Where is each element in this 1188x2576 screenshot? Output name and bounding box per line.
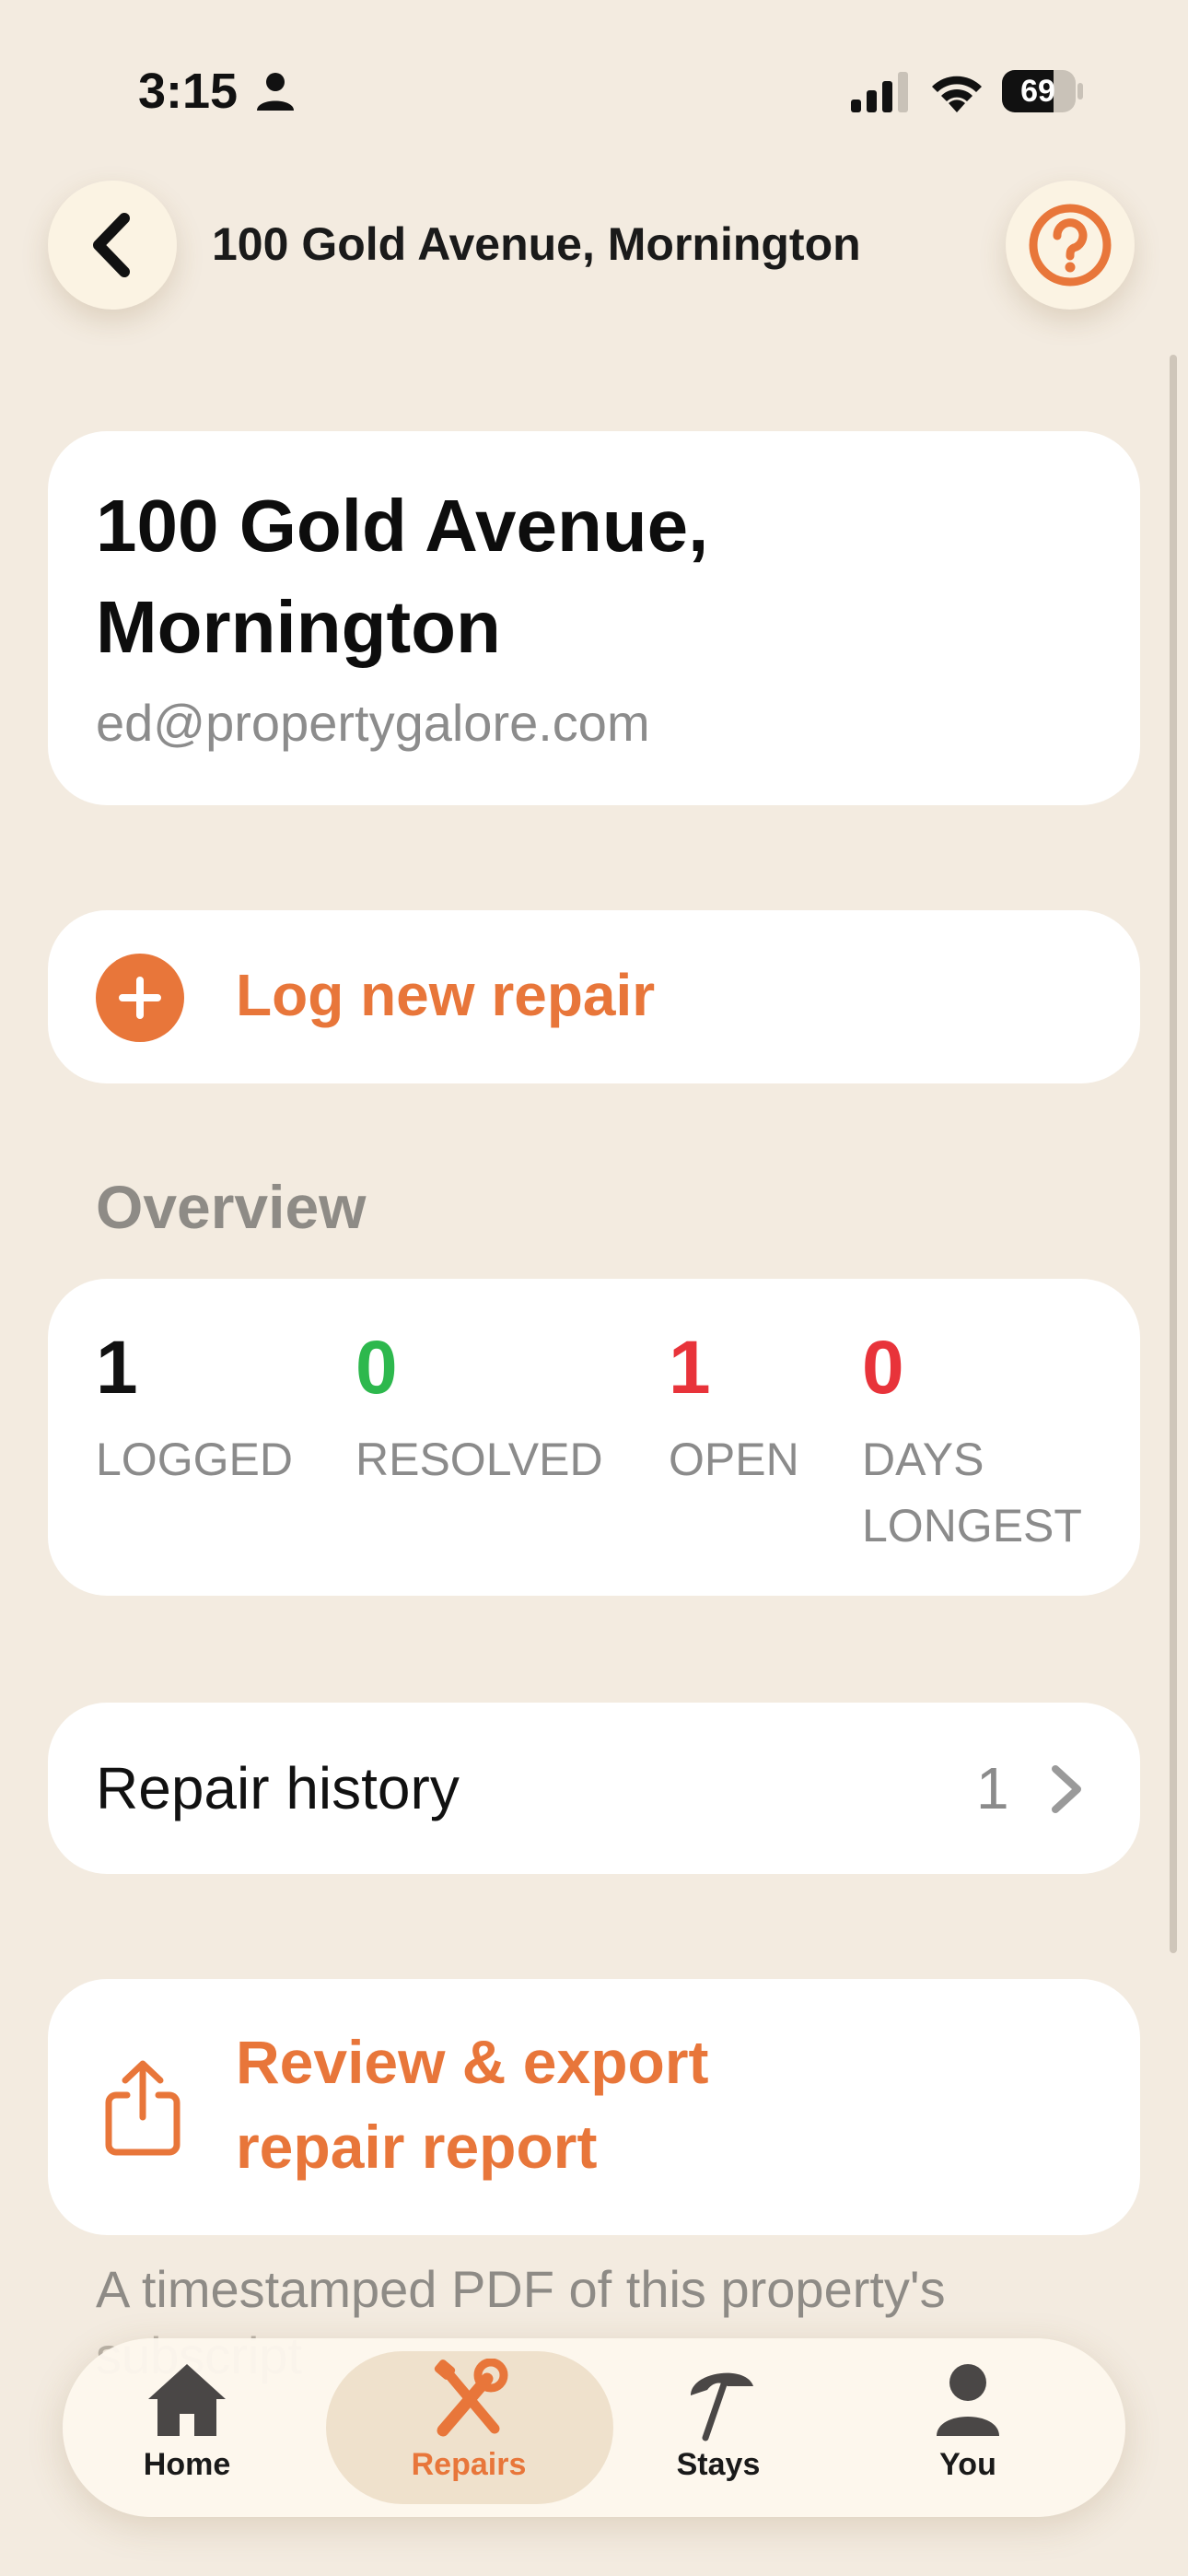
tab-you-label: You (939, 2447, 996, 2482)
stat-open-label: OPEN (669, 1434, 799, 1485)
signal-icon (851, 72, 908, 112)
property-card: 100 Gold Avenue, Mornington ed@propertyg… (48, 431, 1140, 805)
scrollbar[interactable] (1170, 355, 1177, 1953)
tab-home[interactable]: Home (63, 2338, 311, 2517)
wifi-icon (932, 76, 982, 112)
help-button[interactable] (1006, 181, 1135, 310)
header-title: 100 Gold Avenue, Mornington (212, 218, 861, 270)
overview-heading: Overview (96, 1173, 367, 1241)
log-new-repair-button[interactable]: Log new repair (48, 910, 1140, 1083)
property-title-line1: 100 Gold Avenue, (96, 485, 709, 567)
wrench-screwdriver-icon (434, 2359, 508, 2437)
tab-repairs[interactable]: Repairs (344, 2338, 593, 2517)
back-button[interactable] (48, 181, 177, 310)
stat-days-label-line2: LONGEST (862, 1500, 1082, 1551)
export-report-label: Review & export repair report (236, 2020, 709, 2189)
tab-bar: Home Repairs Stays You (63, 2338, 1125, 2517)
stat-resolved-label: RESOLVED (355, 1434, 603, 1485)
overview-card: 1 LOGGED 0 RESOLVED 1 OPEN 0 DAYS LONGES… (48, 1279, 1140, 1596)
person-icon (937, 2364, 999, 2436)
property-title: 100 Gold Avenue, Mornington (96, 475, 1109, 678)
battery-level: 69 (1020, 73, 1055, 109)
stat-logged-value: 1 (96, 1326, 138, 1410)
stat-open-value: 1 (669, 1326, 711, 1410)
umbrella-icon (691, 2372, 753, 2441)
tab-you[interactable]: You (844, 2338, 1092, 2517)
chevron-left-icon (93, 213, 130, 277)
home-icon (148, 2364, 226, 2436)
export-label-line2: repair report (236, 2113, 598, 2181)
repair-history-row[interactable]: Repair history 1 (48, 1703, 1140, 1874)
question-mark-icon (1029, 204, 1112, 287)
stat-days-label-line1: DAYS (862, 1434, 984, 1485)
log-new-repair-label: Log new repair (236, 962, 656, 1028)
stat-resolved-value: 0 (355, 1326, 398, 1410)
tab-stays[interactable]: Stays (594, 2338, 843, 2517)
tab-repairs-label: Repairs (411, 2447, 527, 2482)
battery-icon: 69 (1002, 70, 1083, 112)
export-report-button[interactable]: Review & export repair report (48, 1979, 1140, 2235)
repair-history-count: 1 (976, 1755, 1009, 1821)
status-time: 3:15 (138, 64, 239, 119)
stat-days-longest-label: DAYS LONGEST (862, 1426, 1082, 1559)
property-email: ed@propertygalore.com (96, 694, 650, 752)
person-icon (257, 73, 294, 111)
share-icon (105, 2060, 181, 2156)
tab-stays-label: Stays (676, 2447, 761, 2482)
tab-home-label: Home (143, 2447, 231, 2482)
export-label-line1: Review & export (236, 2028, 709, 2096)
stat-days-longest-value: 0 (862, 1326, 904, 1410)
property-title-line2: Mornington (96, 586, 501, 668)
plus-icon (96, 954, 184, 1042)
repair-history-label: Repair history (96, 1755, 460, 1821)
export-footnote: A timestamped PDF of this property's (96, 2260, 946, 2318)
chevron-right-icon (1052, 1765, 1081, 1813)
stat-logged-label: LOGGED (96, 1434, 293, 1485)
